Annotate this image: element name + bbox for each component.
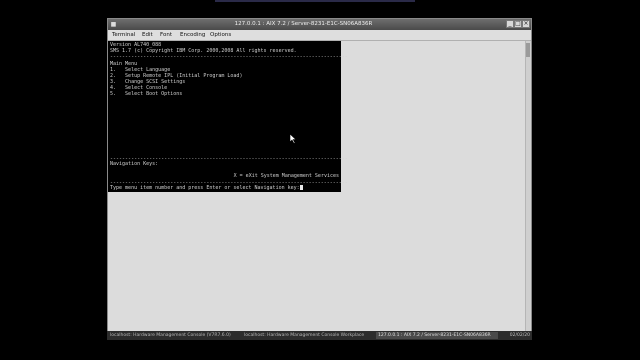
text-cursor	[299, 185, 303, 190]
taskbar: localhost: Hardware Management Console (…	[107, 331, 532, 340]
taskbar-clock: 02/02/20	[509, 333, 530, 338]
menu-edit[interactable]: Edit	[142, 30, 153, 40]
title-bar[interactable]: ■ 127.0.0.1 : AIX 7.2 / Server-8231-E1C-…	[108, 19, 531, 30]
top-edge-artifact	[215, 0, 415, 2]
separator-line: ----------------------------------------…	[110, 54, 348, 60]
vertical-scrollbar[interactable]	[525, 41, 531, 331]
navigation-keys-label: Navigation Keys:	[110, 161, 159, 167]
close-button[interactable]: ×	[522, 20, 530, 28]
taskbar-item-terminal[interactable]: 127.0.0.1 : AIX 7.2 / Server-8231-E1C-SN…	[376, 332, 498, 339]
menu-terminal[interactable]: Terminal	[112, 30, 135, 40]
terminal-screen[interactable]: Version AL740_088 SMS 1.7 (c) Copyright …	[108, 41, 348, 192]
input-prompt-line: Type menu item number and press Enter or…	[110, 185, 303, 191]
window-title: 127.0.0.1 : AIX 7.2 / Server-8231-E1C-SN…	[234, 21, 373, 27]
input-prompt: Type menu item number and press Enter or…	[110, 185, 300, 191]
menu-bar: Terminal Edit Font Encoding Options	[108, 30, 531, 41]
menu-options[interactable]: Options	[210, 30, 231, 40]
exit-key-hint: X = eXit System Management Services	[233, 173, 339, 179]
mouse-pointer-icon	[290, 134, 297, 144]
scrollbar-thumb[interactable]	[526, 43, 530, 57]
menu-option-5: 5. Select Boot Options	[110, 91, 183, 97]
taskbar-item-hmc[interactable]: localhost: Hardware Management Console (…	[108, 332, 240, 339]
terminal-window[interactable]: ■ 127.0.0.1 : AIX 7.2 / Server-8231-E1C-…	[107, 18, 532, 340]
maximize-button[interactable]: □	[514, 20, 522, 28]
minimize-button[interactable]: _	[506, 20, 514, 28]
menu-font[interactable]: Font	[160, 30, 172, 40]
menu-encoding[interactable]: Encoding	[180, 30, 205, 40]
taskbar-item-hmc-workplace[interactable]: localhost: Hardware Management Console W…	[242, 332, 374, 339]
